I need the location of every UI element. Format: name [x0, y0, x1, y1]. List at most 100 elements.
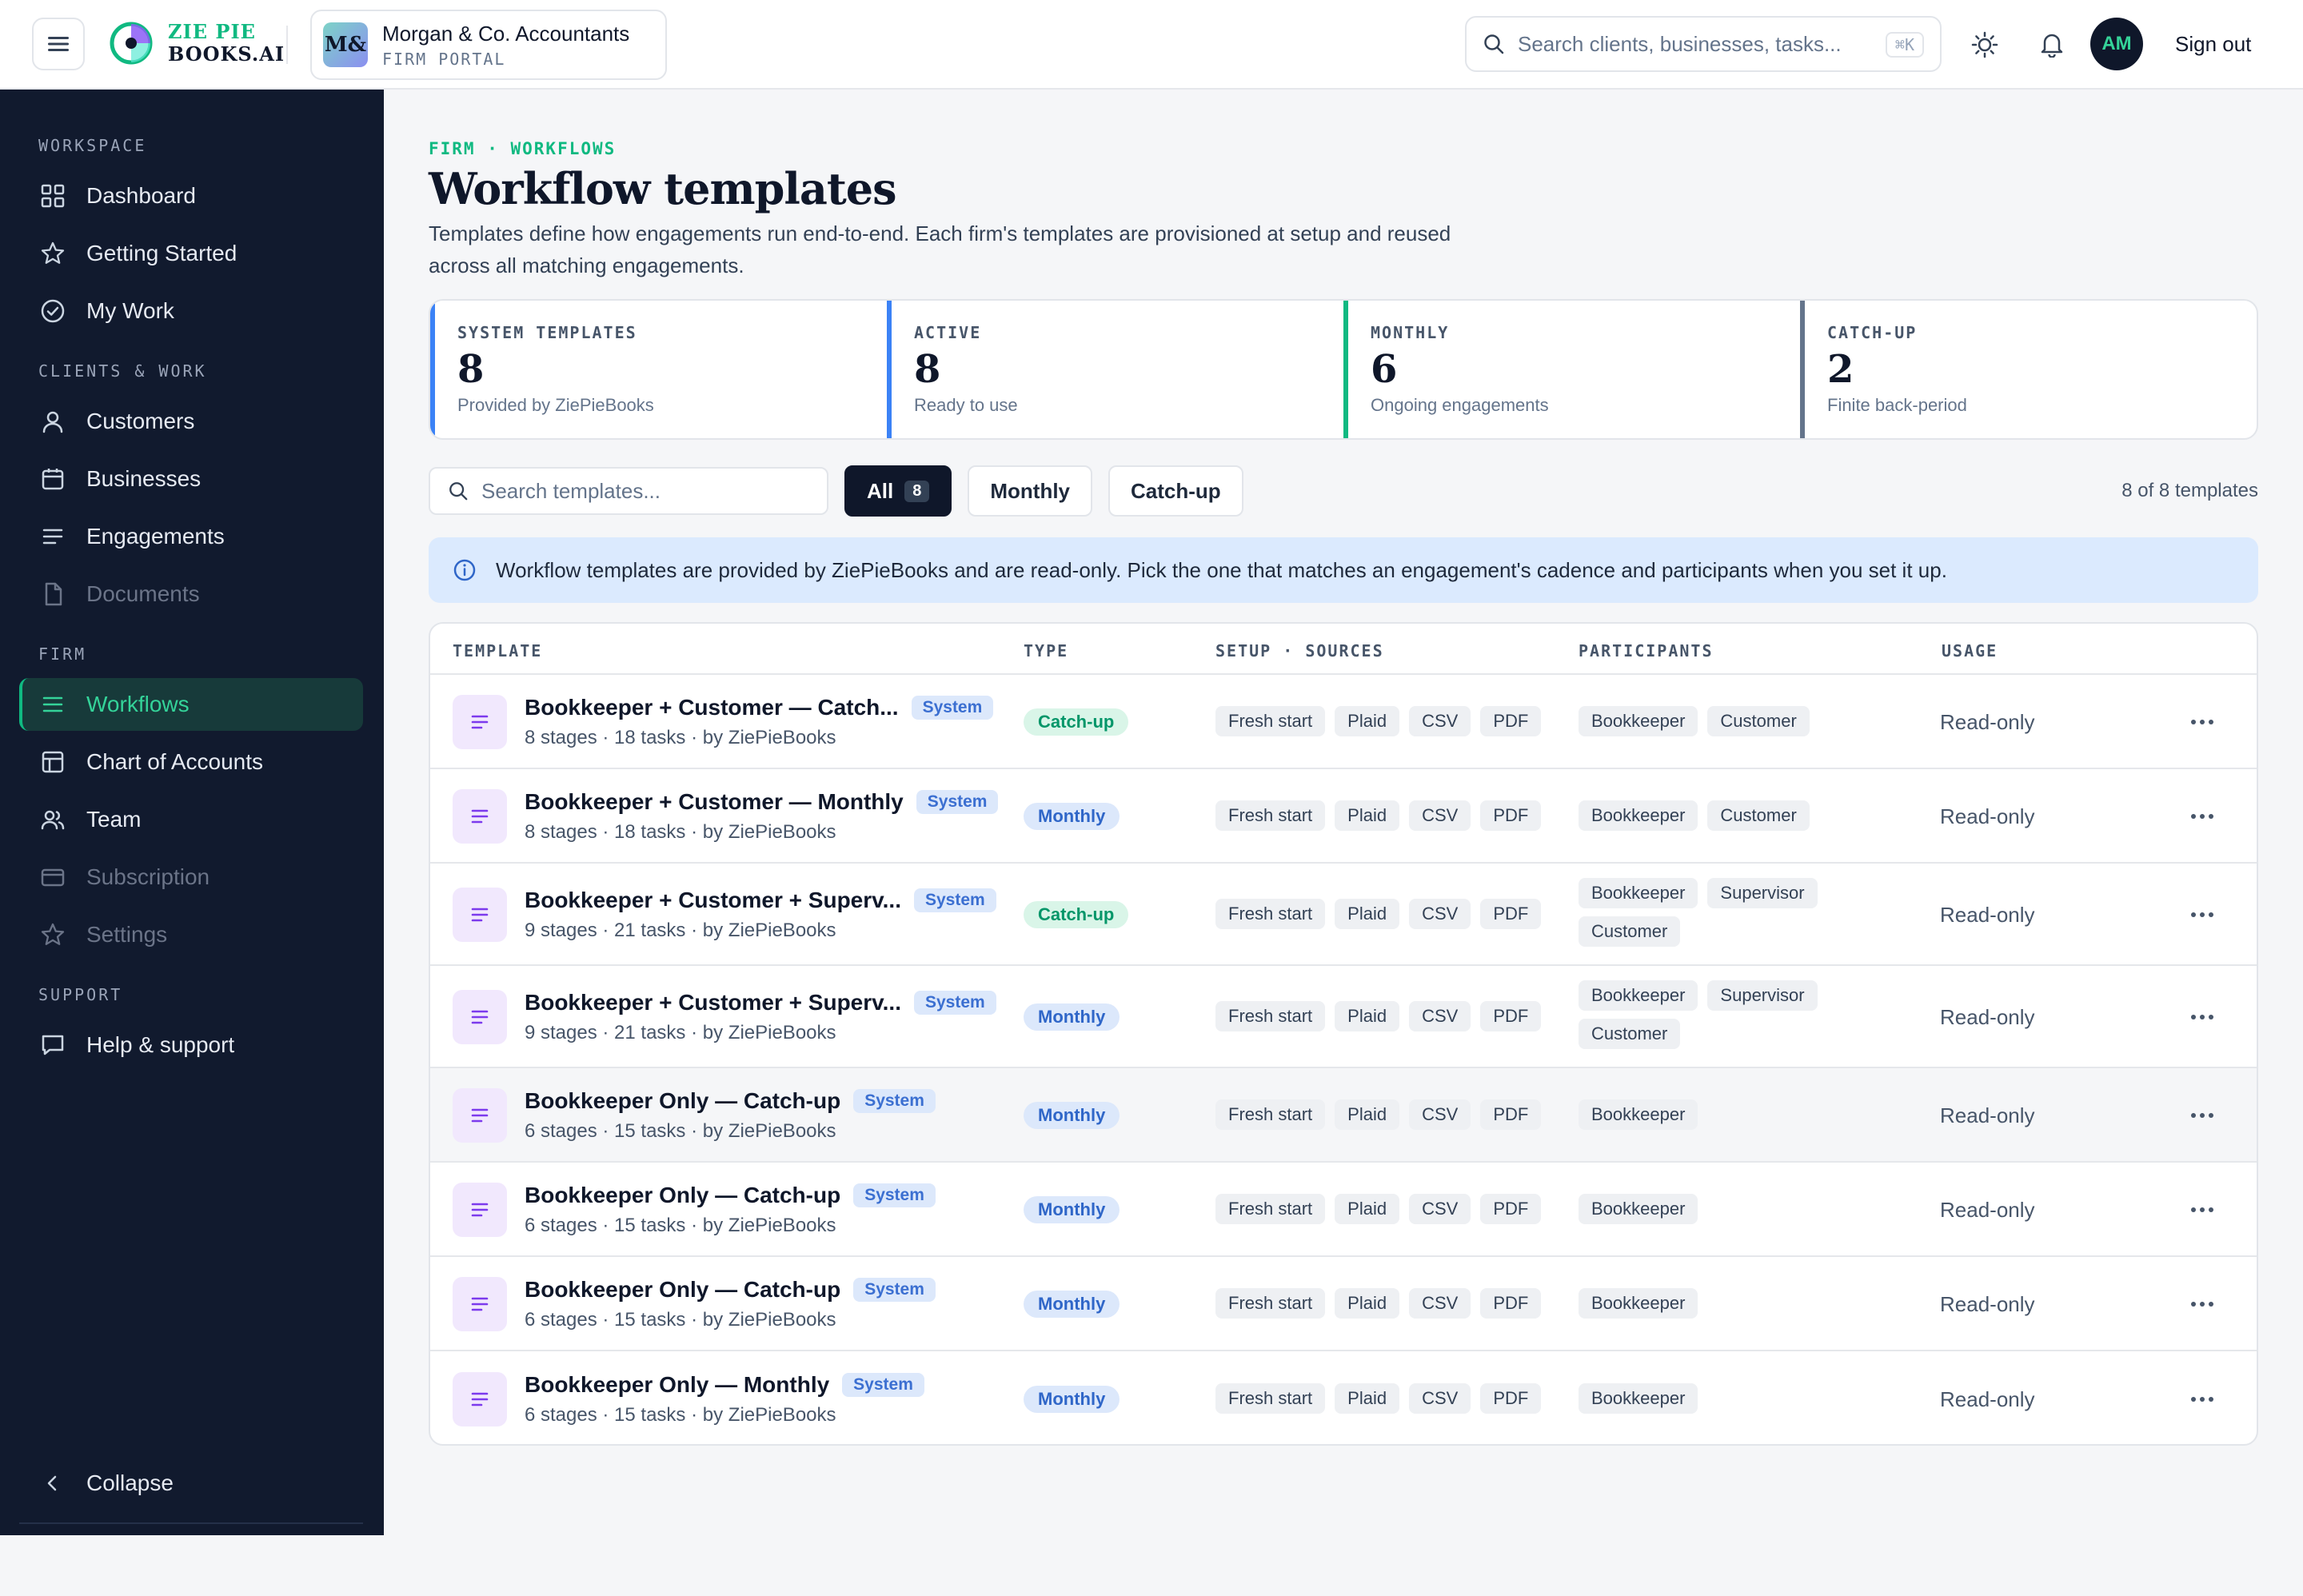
sidebar-item-label: Chart of Accounts [86, 749, 264, 774]
usage-status: Read-only [1940, 1005, 2035, 1029]
template-title: Bookkeeper + Customer + Superv... [525, 990, 901, 1015]
type-badge: Monthly [1024, 1196, 1120, 1223]
template-title: Bookkeeper Only — Catch-up [525, 1088, 841, 1113]
source-tag: CSV [1409, 1383, 1471, 1414]
participant-tag: Bookkeeper [1579, 980, 1698, 1011]
sidebar-item-my-work[interactable]: My Work [19, 285, 363, 337]
collapse-button[interactable]: Collapse [19, 1457, 363, 1510]
stat-system-templates: SYSTEM TEMPLATES 8 Provided by ZiePieBoo… [430, 301, 887, 438]
source-tag: CSV [1409, 800, 1471, 831]
sidebar-item-chart-of-accounts[interactable]: Chart of Accounts [19, 736, 363, 788]
source-tag: Fresh start [1215, 899, 1326, 929]
source-tag: PDF [1480, 1099, 1542, 1130]
sidebar-item-help[interactable]: Help & support [19, 1019, 363, 1071]
type-badge: Monthly [1024, 1386, 1120, 1413]
table-row[interactable]: Bookkeeper Only — Catch-up System 6 stages… [430, 1163, 2257, 1257]
table-row[interactable]: Bookkeeper Only — Catch-up System 6 stages… [430, 1257, 2257, 1351]
stat-value: 2 [1827, 347, 1854, 392]
theme-toggle-button[interactable] [1962, 22, 2007, 67]
sidebar-item-team[interactable]: Team [19, 793, 363, 846]
menu-button[interactable] [32, 18, 85, 70]
table-row[interactable]: Bookkeeper + Customer + Superv... System 9… [430, 966, 2257, 1068]
template-search[interactable] [429, 467, 828, 515]
sidebar-item-getting-started[interactable]: Getting Started [19, 227, 363, 280]
firm-avatar: M& [323, 22, 368, 67]
template-search-input[interactable] [481, 478, 801, 504]
table-row[interactable]: Bookkeeper + Customer + Superv... System 9… [430, 864, 2257, 966]
sidebar-item-workflows[interactable]: Workflows [19, 678, 363, 731]
stat-value: 8 [457, 347, 485, 392]
pie-logo-icon [110, 22, 153, 65]
stat-label: ACTIVE [914, 323, 982, 342]
more-options-icon[interactable] [2186, 1296, 2218, 1312]
document-lines-icon [471, 1108, 489, 1123]
sidebar-item-subscription[interactable]: Subscription [19, 851, 363, 904]
template-name[interactable]: Bookkeeper Only — Monthly System [525, 1372, 924, 1398]
more-options-icon[interactable] [2186, 1202, 2218, 1218]
more-options-icon[interactable] [2186, 1009, 2218, 1025]
sidebar-item-businesses[interactable]: Businesses [19, 453, 363, 505]
sidebar-item-customers[interactable]: Customers [19, 395, 363, 448]
type-badge: Monthly [1024, 803, 1120, 830]
participants-list: Bookkeeper [1579, 1099, 1866, 1130]
sidebar: WORKSPACE Dashboard Getting Started My W… [0, 90, 384, 1535]
more-options-icon[interactable] [2186, 907, 2218, 923]
template-name[interactable]: Bookkeeper Only — Catch-up System [525, 1088, 936, 1114]
global-search-input[interactable] [1518, 31, 1870, 57]
search-icon [449, 482, 468, 501]
participant-tag: Customer [1579, 916, 1681, 947]
stat-catch-up: CATCH-UP 2 Finite back-period [1800, 301, 2257, 438]
table-row[interactable]: Bookkeeper + Customer — Monthly System 8 s… [430, 769, 2257, 864]
template-name[interactable]: Bookkeeper + Customer — Catch... System [525, 695, 994, 720]
result-count: 8 of 8 templates [2121, 480, 2258, 501]
filter-catch-up-button[interactable]: Catch-up [1108, 465, 1243, 517]
type-badge: Catch-up [1024, 708, 1129, 736]
firm-switcher[interactable]: M& Morgan & Co. Accountants FIRM PORTAL [310, 10, 667, 80]
sidebar-item-settings[interactable]: Settings [19, 908, 363, 961]
participant-tag: Supervisor [1707, 878, 1818, 908]
templates-table: TEMPLATE TYPE SETUP · SOURCES PARTICIPAN… [429, 622, 2258, 1446]
table-row[interactable]: Bookkeeper + Customer — Catch... System 8 … [430, 675, 2257, 769]
template-name[interactable]: Bookkeeper + Customer + Superv... System [525, 888, 996, 913]
sidebar-divider [19, 1522, 363, 1524]
source-tag: PDF [1480, 706, 1542, 736]
participants-list: Bookkeeper [1579, 1288, 1866, 1319]
user-icon [42, 411, 63, 433]
template-name[interactable]: Bookkeeper + Customer + Superv... System [525, 990, 996, 1015]
source-tag: Fresh start [1215, 706, 1326, 736]
sign-out-link[interactable]: Sign out [2175, 32, 2251, 57]
filter-all-button[interactable]: All 8 [844, 465, 952, 517]
check-circle-icon [41, 299, 65, 323]
star-icon [41, 241, 65, 264]
user-avatar[interactable]: AM [2090, 18, 2143, 70]
stats-panel: SYSTEM TEMPLATES 8 Provided by ZiePieBoo… [429, 299, 2258, 440]
participant-tag: Bookkeeper [1579, 706, 1698, 736]
notifications-button[interactable] [2030, 22, 2074, 67]
page-description: Templates define how engagements run end… [429, 221, 1451, 277]
template-name[interactable]: Bookkeeper Only — Catch-up System [525, 1183, 936, 1208]
source-tag: Plaid [1335, 1288, 1400, 1319]
type-badge: Monthly [1024, 1003, 1120, 1031]
table-row[interactable]: Bookkeeper Only — Catch-up System 6 stages… [430, 1068, 2257, 1163]
more-options-icon[interactable] [2186, 808, 2218, 824]
app-logo[interactable]: ZIE PIE BOOKS.AI [109, 21, 285, 66]
table-row[interactable]: Bookkeeper Only — Monthly System 6 stages … [430, 1351, 2257, 1444]
sidebar-item-documents[interactable]: Documents [19, 568, 363, 620]
sidebar-item-dashboard[interactable]: Dashboard [19, 170, 363, 222]
usage-status: Read-only [1940, 710, 2035, 734]
sidebar-item-label: Dashboard [86, 183, 196, 208]
template-name[interactable]: Bookkeeper Only — Catch-up System [525, 1277, 936, 1303]
more-options-icon[interactable] [2186, 1107, 2218, 1123]
more-options-icon[interactable] [2186, 714, 2218, 730]
filter-monthly-button[interactable]: Monthly [968, 465, 1093, 517]
source-tag: Plaid [1335, 1001, 1400, 1031]
sidebar-item-engagements[interactable]: Engagements [19, 510, 363, 563]
sidebar-group-support: SUPPORT [38, 985, 123, 1004]
more-options-icon[interactable] [2186, 1391, 2218, 1407]
sidebar-item-label: Getting Started [86, 241, 237, 265]
template-name[interactable]: Bookkeeper + Customer — Monthly System [525, 789, 999, 815]
sources-list: Fresh start Plaid CSV PDF [1215, 1288, 1567, 1319]
sources-list: Fresh start Plaid CSV PDF [1215, 899, 1567, 929]
global-search[interactable]: ⌘K [1465, 16, 1942, 72]
info-banner-text: Workflow templates are provided by ZiePi… [496, 557, 1947, 582]
